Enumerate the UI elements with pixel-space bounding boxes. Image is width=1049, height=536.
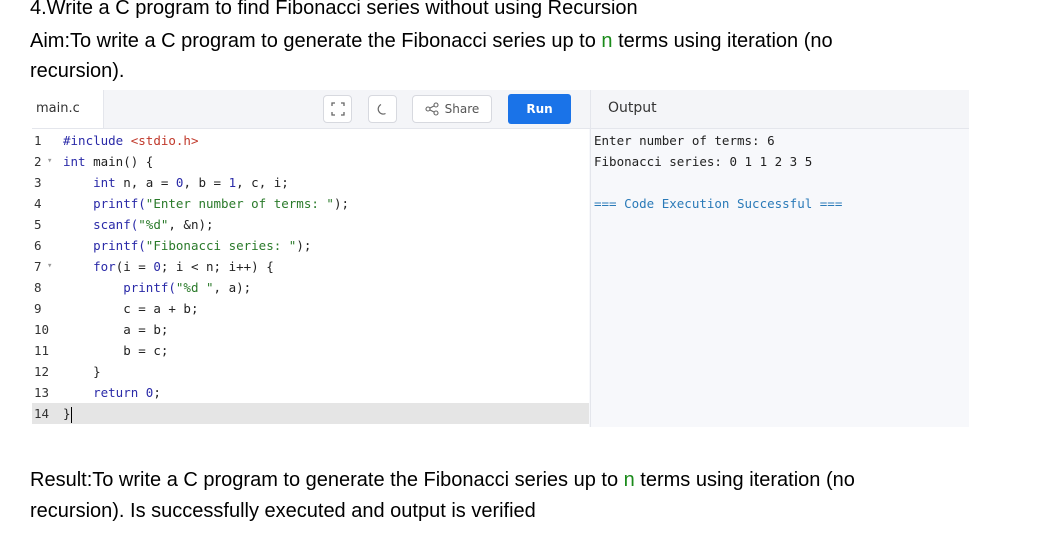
code-token: , a); <box>213 280 252 295</box>
code-token: printf( <box>123 280 176 295</box>
code-line-11: 11 b = c; <box>32 340 589 361</box>
editor-toolbar: main.c Share Run Output <box>32 90 969 129</box>
run-button[interactable]: Run <box>508 94 571 124</box>
code-line-9: 9 c = a + b; <box>32 298 589 319</box>
code-token: int <box>63 154 86 169</box>
code-token: ); <box>333 196 350 211</box>
code-token: <stdio.h> <box>123 133 199 148</box>
line-number: 3 <box>34 175 42 190</box>
aim-prefix: Aim:To write a C program to generate the… <box>30 30 602 52</box>
moon-icon <box>377 103 386 115</box>
code-token: "Fibonacci series: " <box>145 238 297 253</box>
code-line-2: 2 ▾ int main() { <box>32 151 589 172</box>
line-number: 14 <box>34 406 50 421</box>
doc-result: Result:To write a C program to generate … <box>30 468 855 492</box>
code-token: , b = <box>183 175 229 190</box>
code-token: 1 <box>228 175 237 190</box>
code-token: } <box>63 406 71 421</box>
share-button[interactable]: Share <box>412 95 492 123</box>
share-icon <box>425 102 439 116</box>
share-label: Share <box>444 102 480 116</box>
output-header: Output <box>590 90 969 128</box>
code-token: printf( <box>93 238 146 253</box>
code-token: b = c; <box>123 343 169 358</box>
code-token: main() { <box>85 154 154 169</box>
code-token: 0 <box>153 259 161 274</box>
result-prefix: Result:To write a C program to generate … <box>30 469 624 491</box>
code-line-7: 7 ▾ for(i = 0; i < n; i++) { <box>32 256 589 277</box>
output-line: Enter number of terms: 6 <box>594 133 775 148</box>
text-cursor <box>70 406 72 423</box>
line-number: 4 <box>34 196 42 211</box>
code-token: scanf( <box>93 217 139 232</box>
result-highlight: n <box>623 469 635 491</box>
line-number: 13 <box>34 385 50 400</box>
output-panel: Enter number of terms: 6 Fibonacci serie… <box>590 129 969 427</box>
output-success-line: === Code Execution Successful === <box>594 196 843 211</box>
code-token: "%d" <box>138 217 169 232</box>
code-line-5: 5 scanf("%d", &n); <box>32 214 589 235</box>
theme-toggle-button[interactable] <box>368 95 397 123</box>
code-token: a = b; <box>123 322 169 337</box>
fold-arrow-icon[interactable]: ▾ <box>47 256 52 277</box>
code-line-4: 4 printf("Enter number of terms: "); <box>32 193 589 214</box>
result-suffix: terms using iteration (no <box>634 469 855 491</box>
aim-suffix: terms using iteration (no <box>612 30 833 52</box>
aim-highlight: n <box>601 30 613 52</box>
code-token: int <box>93 175 116 190</box>
line-number: 1 <box>34 133 42 148</box>
doc-result-cont: recursion). Is successfully executed and… <box>30 500 536 522</box>
line-number: 12 <box>34 364 50 379</box>
doc-aim: Aim:To write a C program to generate the… <box>30 29 833 53</box>
code-token: c = a + b; <box>123 301 199 316</box>
code-token: } <box>93 364 101 379</box>
code-token: n, a = <box>115 175 176 190</box>
file-tab[interactable]: main.c <box>32 90 104 128</box>
line-number: 11 <box>34 343 50 358</box>
code-line-6: 6 printf("Fibonacci series: "); <box>32 235 589 256</box>
code-token: return <box>93 385 139 400</box>
code-token: , &n); <box>168 217 214 232</box>
code-line-13: 13 return 0; <box>32 382 589 403</box>
code-token: ; i < n; i++) { <box>160 259 274 274</box>
code-line-3: 3 int n, a = 0, b = 1, c, i; <box>32 172 589 193</box>
line-number: 10 <box>34 322 50 337</box>
code-token: #include <box>63 133 124 148</box>
code-line-14: 14} <box>32 403 589 424</box>
code-line-12: 12 } <box>32 361 589 382</box>
code-token: ; <box>153 385 161 400</box>
code-token: , c, i; <box>236 175 289 190</box>
code-token: "Enter number of terms: " <box>145 196 334 211</box>
fullscreen-icon <box>330 102 345 116</box>
code-token: (i = <box>115 259 154 274</box>
doc-aim-cont: recursion). <box>30 60 125 82</box>
code-line-10: 10 a = b; <box>32 319 589 340</box>
line-number: 5 <box>34 217 42 232</box>
output-line: Fibonacci series: 0 1 1 2 3 5 <box>594 154 813 169</box>
code-editor: main.c Share Run Output 1 #include <stdio… <box>32 90 969 427</box>
code-token: for <box>93 259 116 274</box>
fold-arrow-icon[interactable]: ▾ <box>47 151 52 172</box>
code-line-8: 8 printf("%d ", a); <box>32 277 589 298</box>
code-token: "%d " <box>175 280 214 295</box>
line-number: 9 <box>34 301 42 316</box>
line-number: 6 <box>34 238 42 253</box>
code-area[interactable]: 1 #include <stdio.h> 2 ▾ int main() { 3 int… <box>32 129 589 427</box>
doc-heading: 4.Write a C program to find Fibonacci se… <box>30 0 638 19</box>
code-token: ); <box>296 238 312 253</box>
fullscreen-button[interactable] <box>323 95 352 123</box>
line-number: 8 <box>34 280 42 295</box>
code-line-1: 1 #include <stdio.h> <box>32 130 589 151</box>
code-token: printf( <box>93 196 146 211</box>
